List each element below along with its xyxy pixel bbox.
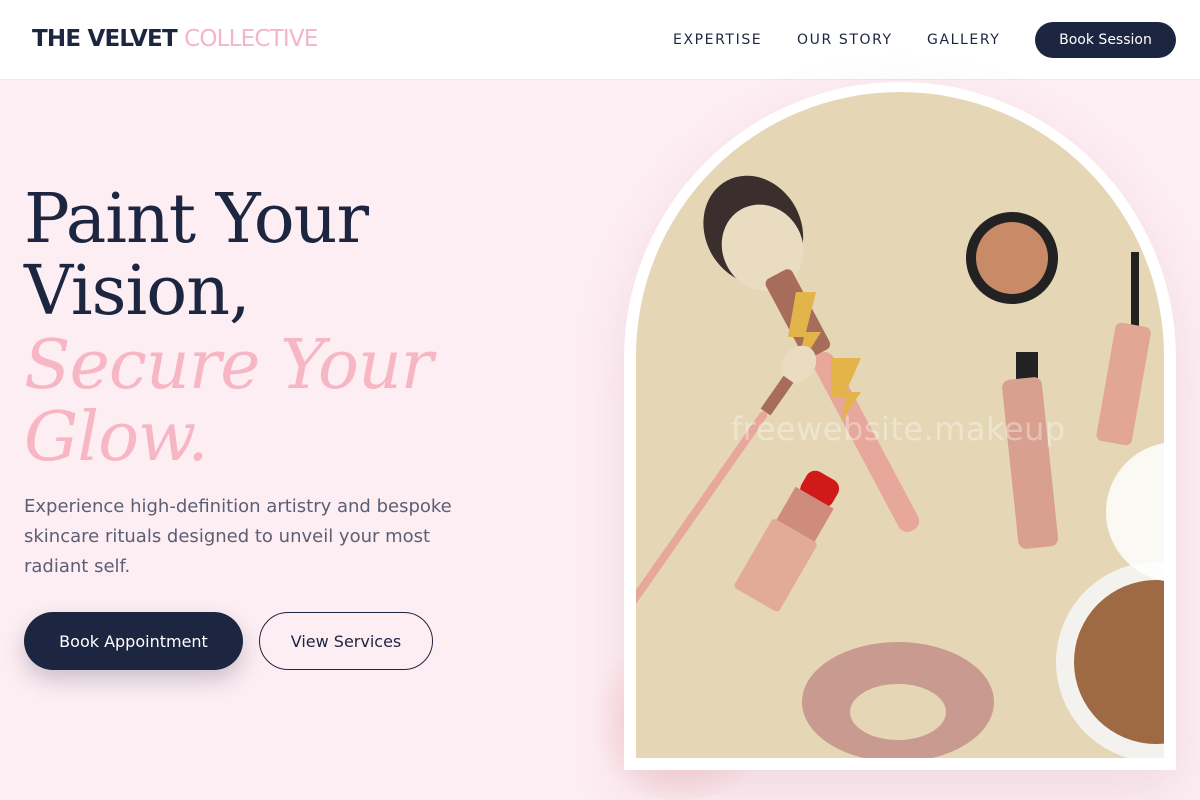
- brand-logo[interactable]: THE VELVET COLLECTIVE: [32, 26, 318, 52]
- logo-text-primary: THE VELVET: [32, 26, 178, 52]
- hero-heading-accent-line-2: Glow.: [24, 398, 209, 477]
- nav-link-our-story[interactable]: OUR STORY: [797, 32, 893, 48]
- hero-heading-accent-line-1: Secure Your: [24, 326, 433, 405]
- makeup-flatlay-image: freewebsite.makeup: [636, 92, 1164, 758]
- hero-heading-line-2: Vision,: [24, 252, 251, 331]
- book-appointment-button[interactable]: Book Appointment: [24, 612, 243, 670]
- view-services-button[interactable]: View Services: [259, 612, 433, 670]
- hero-heading-line-1: Paint Your: [24, 180, 369, 259]
- hero-image-frame: freewebsite.makeup: [624, 82, 1176, 770]
- nav-link-expertise[interactable]: EXPERTISE: [673, 32, 762, 48]
- image-watermark: freewebsite.makeup: [731, 410, 1066, 448]
- book-session-button[interactable]: Book Session: [1035, 22, 1176, 58]
- logo-text-accent: COLLECTIVE: [184, 26, 318, 52]
- nav-link-gallery[interactable]: GALLERY: [927, 32, 1000, 48]
- site-header: THE VELVET COLLECTIVE EXPERTISE OUR STOR…: [0, 0, 1200, 80]
- hero-description: Experience high-definition artistry and …: [24, 496, 452, 577]
